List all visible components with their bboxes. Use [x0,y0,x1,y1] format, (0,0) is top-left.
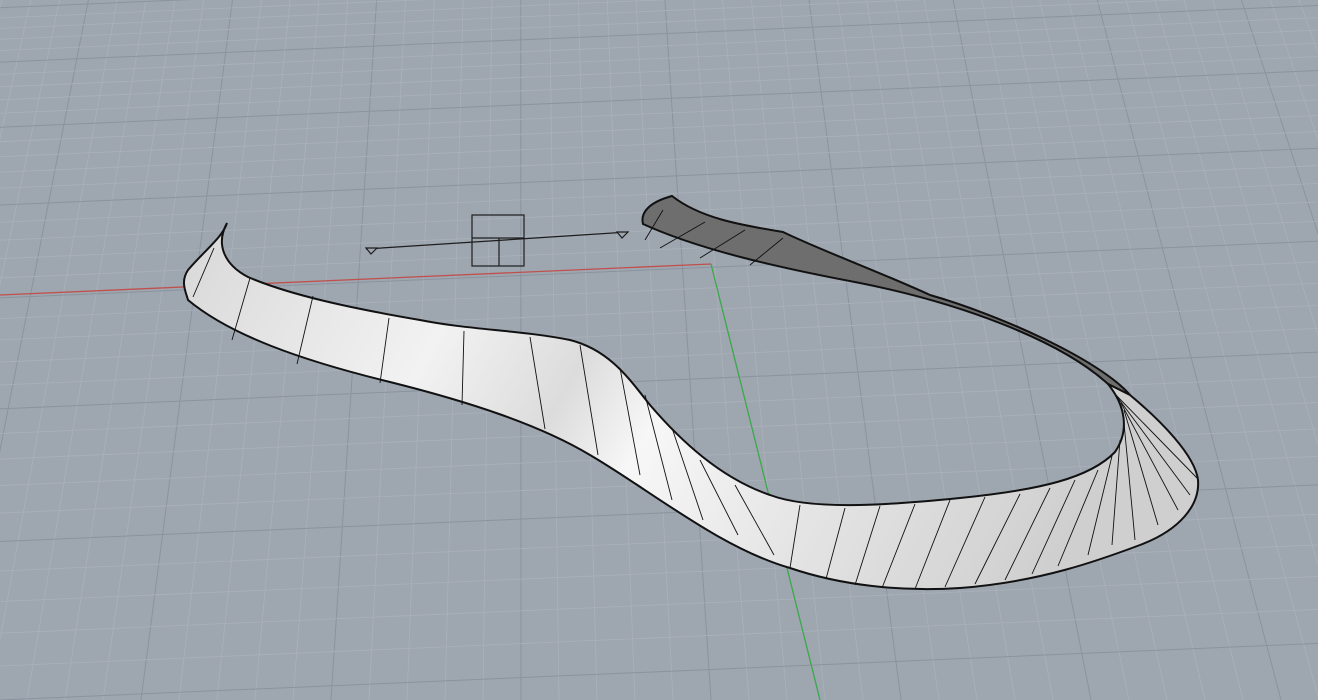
ribbon-back-face[interactable] [641,194,1131,396]
grid-minor-line [0,327,1318,386]
grid-minor-line [1154,0,1318,567]
ribbon-front-face[interactable] [182,222,1200,591]
grid-major-line [0,5,1318,63]
grid-minor-line [606,0,636,700]
grid-minor-line [895,0,1016,700]
grid-minor-line [0,544,1318,602]
grid-minor-line [0,115,1318,173]
grid-major-line [0,0,89,453]
x-axis-line [0,263,712,296]
grid-major-line [1096,0,1282,700]
grid-minor-line [0,0,60,287]
grid-minor-line [26,0,147,700]
grid-minor-line [1068,0,1244,700]
viewport-canvas[interactable] [0,0,1318,700]
grid-minor-line [1298,0,1318,55]
grid-minor-line [1269,0,1318,142]
grid-minor-line [0,304,1318,363]
grid-minor-line [0,56,1318,114]
grid-minor-line [0,84,1318,143]
grid-minor-line [923,0,1054,700]
grid-major-line [664,0,712,700]
grid-minor-line [693,0,750,700]
grid-minor-line [0,576,1318,634]
perspective-viewport[interactable] [0,0,1318,700]
grid-minor-line [0,99,1318,158]
grid-minor-line [0,131,1318,189]
grid-minor-line [1010,0,1168,700]
grid-minor-line [1212,0,1318,337]
grid-major-line [0,642,1318,700]
grid-major-line [0,70,1318,128]
construction-grid [0,0,1318,700]
grid-minor-line [0,0,118,643]
grid-minor-line [635,0,674,700]
grid-major-line [0,0,192,9]
grid-major-line [952,0,1092,700]
grid-minor-line [0,0,32,140]
grid-major-line [0,147,1318,206]
grid-minor-line [0,0,3,10]
grid-minor-line [0,42,1318,101]
grid-minor-line [981,0,1130,700]
grid-minor-line [0,17,1318,75]
